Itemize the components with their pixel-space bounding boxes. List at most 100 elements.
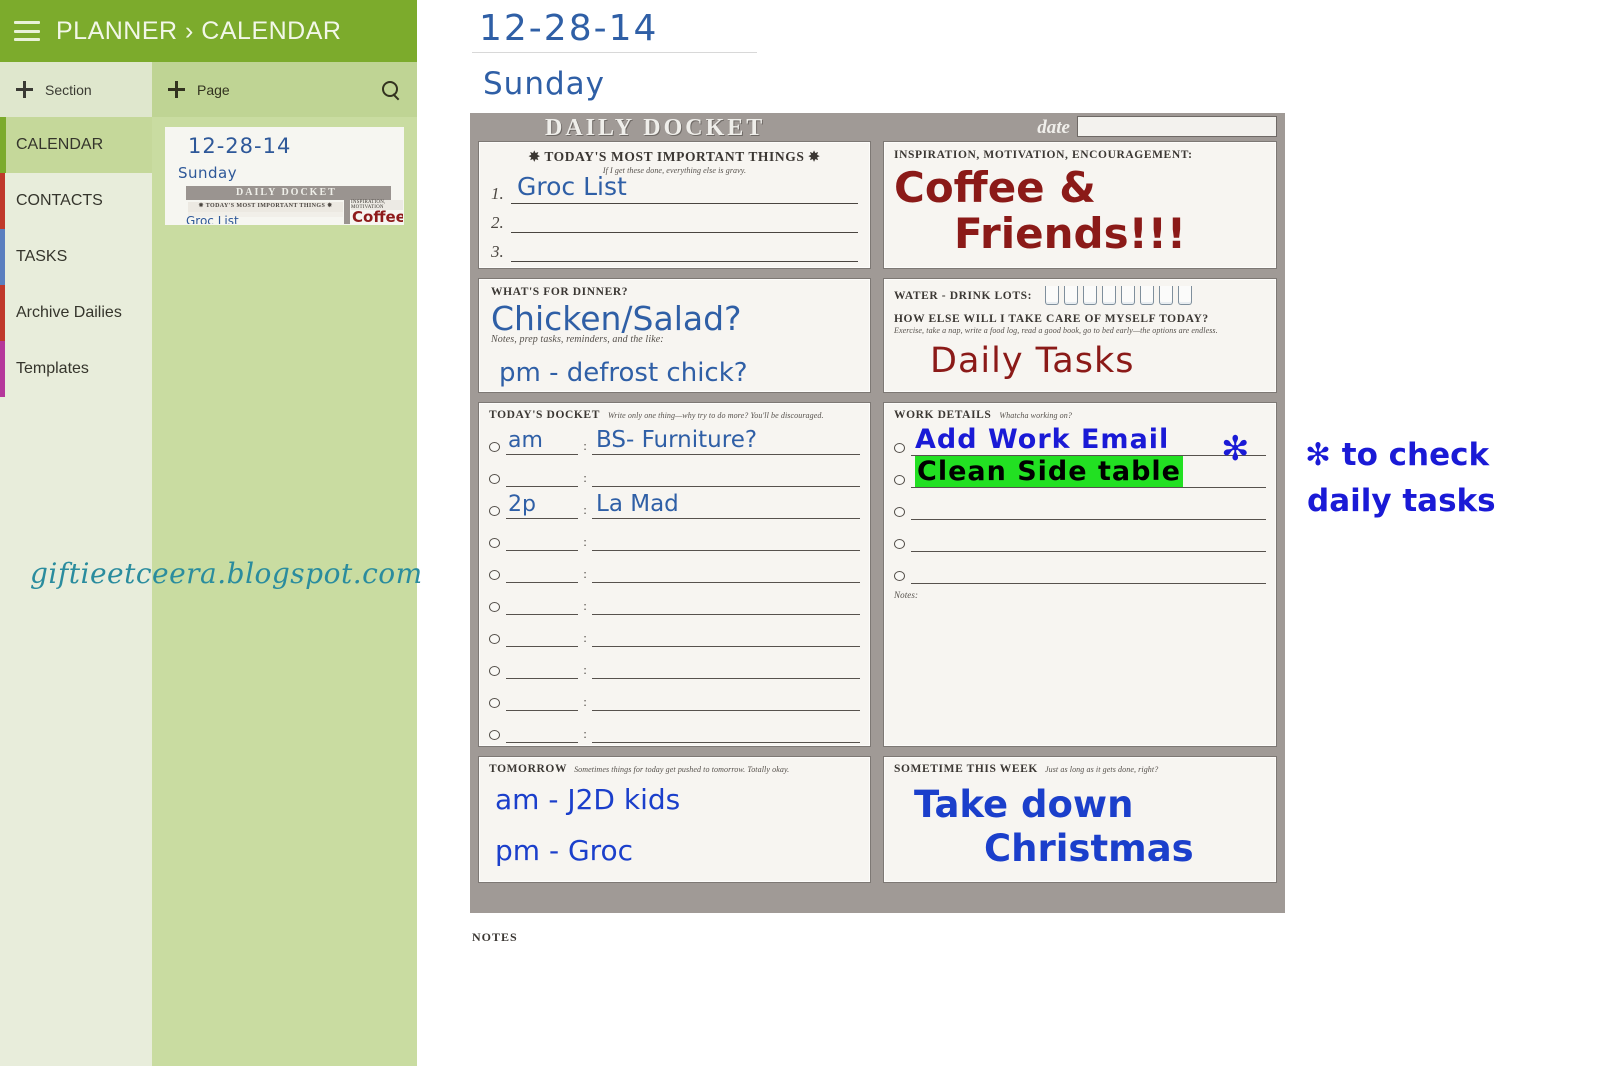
inspiration-line2: Friends!!! xyxy=(954,209,1187,258)
note-canvas[interactable]: 12-28-14 Sunday DAILY DOCKET date ✸ TODA… xyxy=(417,0,1600,1066)
tmit-row[interactable]: 1. Groc List xyxy=(491,172,858,204)
section-color-tab xyxy=(0,229,5,285)
docket-time-field[interactable]: 2p xyxy=(506,492,578,519)
docket-task-field[interactable]: BS- Furniture? xyxy=(592,427,860,455)
docket-time-field[interactable] xyxy=(506,660,578,679)
docket-task-field[interactable] xyxy=(592,660,860,679)
glass-icon[interactable] xyxy=(1102,286,1117,305)
glass-icon[interactable] xyxy=(1064,286,1079,305)
checkbox-circle-icon[interactable] xyxy=(489,442,500,452)
water-row: WATER - DRINK LOTS: xyxy=(894,286,1266,305)
checkbox-circle-icon[interactable] xyxy=(489,506,500,516)
docket-entry-row[interactable]: 2p : La Mad xyxy=(489,487,860,519)
docket-title: DAILY DOCKET xyxy=(545,115,766,141)
docket-time-field[interactable] xyxy=(506,628,578,647)
glass-icon[interactable] xyxy=(1045,286,1060,305)
sidebar-item-archive-dailies[interactable]: Archive Dailies xyxy=(0,285,152,341)
docket-entry-row[interactable]: : xyxy=(489,615,860,647)
docket-entry-row[interactable]: : xyxy=(489,551,860,583)
sidebar-item-contacts[interactable]: CONTACTS xyxy=(0,173,152,229)
glass-icon[interactable] xyxy=(1121,286,1136,305)
checkbox-circle-icon[interactable] xyxy=(489,730,500,740)
water-glasses[interactable] xyxy=(1045,286,1193,305)
sidebar-item-label: Archive Dailies xyxy=(16,304,122,321)
colon-separator: : xyxy=(583,598,587,613)
sidebar-item-label: TASKS xyxy=(16,248,68,265)
plus-icon[interactable] xyxy=(168,81,185,98)
checkbox-circle-icon[interactable] xyxy=(894,539,905,549)
work-entry-row[interactable] xyxy=(894,488,1266,520)
work-task-field[interactable]: Clean Side table xyxy=(911,456,1266,488)
this-week-label: SOMETIME THIS WEEK xyxy=(894,763,1038,775)
docket-task-field[interactable] xyxy=(592,628,860,647)
checkbox-circle-icon[interactable] xyxy=(489,538,500,548)
checkbox-circle-icon[interactable] xyxy=(489,634,500,644)
docket-entry-row[interactable]: : xyxy=(489,583,860,615)
docket-entry-row[interactable]: : xyxy=(489,679,860,711)
checkbox-circle-icon[interactable] xyxy=(489,698,500,708)
docket-task-field[interactable] xyxy=(592,564,860,583)
work-task-field[interactable] xyxy=(911,501,1266,520)
water-selfcare-card: WATER - DRINK LOTS: HOW ELSE WILL I TAKE… xyxy=(883,278,1277,393)
page-thumb-docket-title: DAILY DOCKET xyxy=(236,187,337,198)
glass-icon[interactable] xyxy=(1178,286,1193,305)
work-entry-row[interactable]: Add Work Email ✻ xyxy=(894,424,1266,469)
checkbox-circle-icon[interactable] xyxy=(894,475,905,485)
tmit-row[interactable]: 3. xyxy=(491,242,858,262)
hamburger-icon[interactable] xyxy=(14,21,40,41)
docket-time-field[interactable] xyxy=(506,692,578,711)
docket-time-field[interactable] xyxy=(506,596,578,615)
right-annotation: ✻ to check daily tasks xyxy=(1305,432,1545,524)
date-input[interactable] xyxy=(1077,116,1277,137)
checkbox-circle-icon[interactable] xyxy=(489,602,500,612)
work-task-field[interactable] xyxy=(911,533,1266,552)
colon-separator: : xyxy=(583,694,587,709)
docket-task-field[interactable] xyxy=(592,596,860,615)
checkbox-circle-icon[interactable] xyxy=(894,571,905,581)
search-icon[interactable] xyxy=(381,80,401,100)
docket-time-field[interactable] xyxy=(506,532,578,551)
glass-icon[interactable] xyxy=(1140,286,1155,305)
docket-task-field[interactable] xyxy=(592,468,860,487)
docket-task-field[interactable] xyxy=(592,532,860,551)
work-task-field[interactable]: Add Work Email ✻ xyxy=(911,424,1266,469)
page-thumb-date: 12-28-14 xyxy=(188,134,292,158)
add-page-label[interactable]: Page xyxy=(197,82,369,98)
sidebar-item-calendar[interactable]: CALENDAR xyxy=(0,117,152,173)
selfcare-label: HOW ELSE WILL I TAKE CARE OF MYSELF TODA… xyxy=(894,313,1209,325)
work-entry-row[interactable] xyxy=(894,552,1266,584)
glass-icon[interactable] xyxy=(1083,286,1098,305)
glass-icon[interactable] xyxy=(1159,286,1174,305)
docket-task-field[interactable] xyxy=(592,692,860,711)
docket-entry-row[interactable]: : xyxy=(489,455,860,487)
date-label: date xyxy=(1037,117,1070,138)
checkbox-circle-icon[interactable] xyxy=(489,474,500,484)
docket-entry-row[interactable]: : xyxy=(489,519,860,551)
work-task-field[interactable] xyxy=(911,565,1266,584)
sidebar-item-templates[interactable]: Templates xyxy=(0,341,152,397)
docket-entry-row[interactable]: : xyxy=(489,647,860,679)
docket-row-4: TOMORROW Sometimes things for today get … xyxy=(478,756,1277,883)
docket-task-field[interactable]: La Mad xyxy=(592,491,860,519)
docket-entry-row[interactable]: : xyxy=(489,711,860,743)
sidebar-item-tasks[interactable]: TASKS xyxy=(0,229,152,285)
checkbox-circle-icon[interactable] xyxy=(489,570,500,580)
work-entry-row[interactable] xyxy=(894,520,1266,552)
water-label: WATER - DRINK LOTS: xyxy=(894,289,1033,302)
docket-entry-row[interactable]: am : BS- Furniture? xyxy=(489,423,860,455)
docket-time-field[interactable] xyxy=(506,564,578,583)
work-details-card: WORK DETAILS Whatcha working on? Add Wor… xyxy=(883,402,1277,747)
page-list-item[interactable]: 12-28-14 Sunday DAILY DOCKET ✸ TODAY'S M… xyxy=(165,127,404,225)
checkbox-circle-icon[interactable] xyxy=(894,443,905,453)
tmit-row[interactable]: 2. xyxy=(491,213,858,233)
docket-time-field[interactable] xyxy=(506,468,578,487)
docket-time-field[interactable] xyxy=(506,724,578,743)
page-thumb-insp-hw: Coffee xyxy=(352,208,404,225)
docket-task-field[interactable] xyxy=(592,724,860,743)
docket-time-field[interactable]: am xyxy=(506,428,578,455)
checkbox-circle-icon[interactable] xyxy=(489,666,500,676)
add-section-button[interactable]: Section xyxy=(0,62,152,117)
work-entry-row[interactable]: Clean Side table xyxy=(894,456,1266,488)
checkbox-circle-icon[interactable] xyxy=(894,507,905,517)
sidebar-item-label: CALENDAR xyxy=(16,136,104,153)
